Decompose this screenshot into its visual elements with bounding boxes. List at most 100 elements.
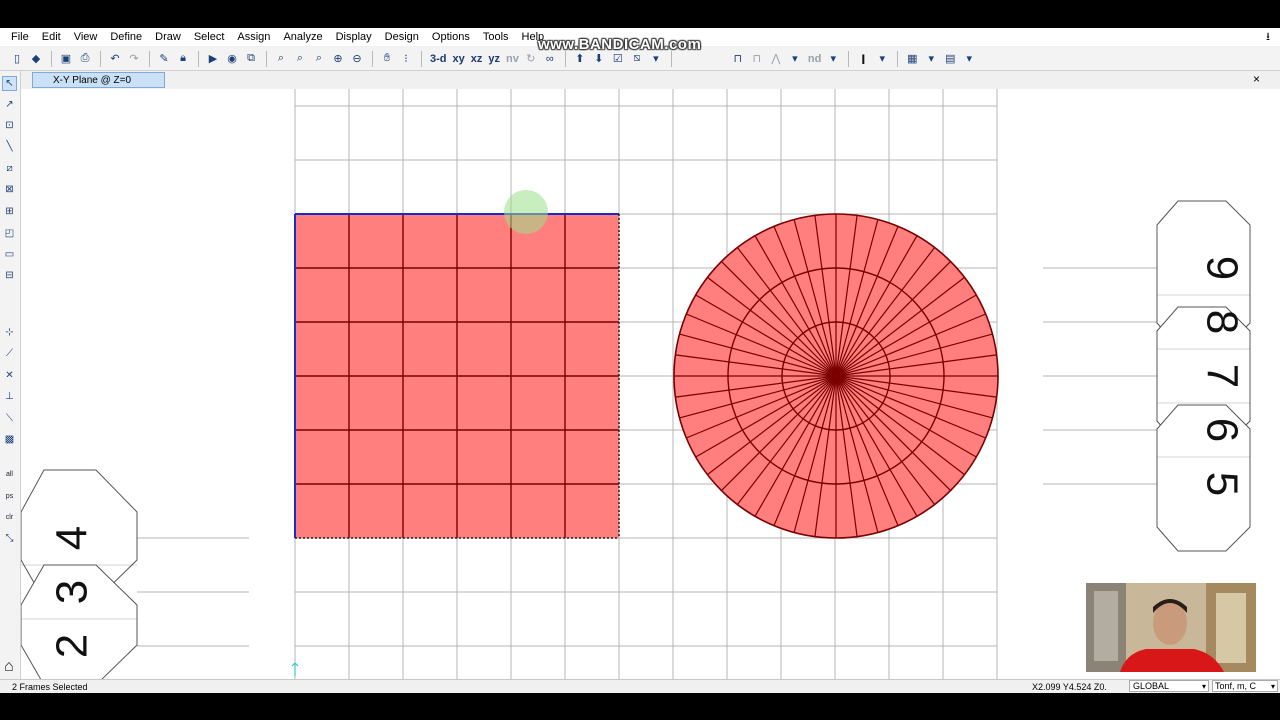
snap-lines-icon[interactable]: ⟍ xyxy=(2,411,17,426)
redo-icon[interactable]: ↷ xyxy=(125,50,143,68)
dropdown-arrow-icon[interactable]: ▾ xyxy=(873,50,891,68)
grid-label-2: 2 xyxy=(48,634,97,658)
open-file-icon[interactable]: ◆ xyxy=(27,50,45,68)
new-file-icon[interactable]: ▯ xyxy=(8,50,26,68)
zoom-window-icon[interactable]: ⌕ xyxy=(272,50,290,68)
menu-options[interactable]: Options xyxy=(426,28,477,46)
draw-frame-icon[interactable]: ⧄ xyxy=(2,161,17,176)
toolbar-separator xyxy=(421,50,422,67)
grid-labels-left: 4 3 2 xyxy=(48,526,97,658)
draw-rect-area-icon[interactable]: ▭ xyxy=(2,247,17,262)
snap-perpendicular-icon[interactable]: ⊥ xyxy=(2,389,17,404)
view-nd-button[interactable]: nd xyxy=(805,50,824,68)
menu-draw[interactable]: Draw xyxy=(149,28,188,46)
coord-system-select[interactable]: GLOBAL xyxy=(1129,680,1209,692)
view-nv-button[interactable]: nv xyxy=(503,50,522,68)
menu-display[interactable]: Display xyxy=(330,28,379,46)
units-select[interactable]: Tonf, m, C xyxy=(1212,680,1278,692)
draw-poly-area-icon[interactable]: ◰ xyxy=(2,226,17,241)
grid-label-5: 5 xyxy=(1198,472,1247,496)
grid-label-6: 6 xyxy=(1198,418,1247,442)
menu-define[interactable]: Define xyxy=(104,28,149,46)
frame-load-icon[interactable]: ⊓ xyxy=(748,50,766,68)
grid-label-3: 3 xyxy=(48,580,97,604)
design-icon[interactable]: ▦ xyxy=(903,50,921,68)
grid-label-9: 9 xyxy=(1198,256,1247,280)
snap-grid-icon[interactable]: ▩ xyxy=(2,432,17,447)
draw-line-icon[interactable]: ╲ xyxy=(2,139,17,154)
toolbar-separator xyxy=(372,50,373,67)
lock-icon[interactable]: 🔒︎ xyxy=(174,50,192,68)
view-yz-button[interactable]: yz xyxy=(485,50,503,68)
toolbar-separator xyxy=(266,50,267,67)
menu-assign[interactable]: Assign xyxy=(231,28,277,46)
snap-points-icon[interactable]: ⊹ xyxy=(2,325,17,340)
axis-origin-marker xyxy=(291,662,299,676)
letterbox-top xyxy=(0,0,1280,28)
save-icon[interactable]: ▣ xyxy=(57,50,75,68)
tab-xy-plane[interactable]: X-Y Plane @ Z=0 xyxy=(32,72,165,88)
snap-intersection-icon[interactable]: ✕ xyxy=(2,368,17,383)
frame-shape-icon[interactable]: ⊓ xyxy=(729,50,747,68)
rubber-band-icon[interactable]: ⁝ xyxy=(397,50,415,68)
circular-slab-radials xyxy=(674,214,998,538)
menu-file[interactable]: File xyxy=(0,28,36,46)
snap-ends-icon[interactable]: ⟋ xyxy=(2,346,17,361)
toolbar-separator xyxy=(897,50,899,67)
draw-point-icon[interactable]: ⊡ xyxy=(2,118,17,133)
truss-icon[interactable]: ⋀ xyxy=(767,50,785,68)
select-all-icon[interactable]: all xyxy=(2,467,17,482)
pointer-icon[interactable]: ↖ xyxy=(2,76,17,91)
quick-draw-area-icon[interactable]: ⊟ xyxy=(2,268,17,283)
dropdown-arrow-icon[interactable]: ▾ xyxy=(786,50,804,68)
draw-grid-frame-icon[interactable]: ⊞ xyxy=(2,204,17,219)
animate-icon[interactable]: ◉ xyxy=(223,50,241,68)
dropdown-arrow-icon[interactable]: ▾ xyxy=(824,50,842,68)
letterbox-bottom xyxy=(0,693,1280,720)
print-icon[interactable]: ⎙ xyxy=(76,50,94,68)
view-xy-button[interactable]: xy xyxy=(450,50,468,68)
square-slab-area[interactable] xyxy=(294,213,620,539)
pan-hand-icon[interactable]: ✋︎ xyxy=(378,50,396,68)
cursor-coordinates: X2.099 Y4.524 Z0. xyxy=(1032,682,1107,692)
zoom-extents-icon[interactable]: ⌕ xyxy=(310,50,328,68)
edit-pencil-icon[interactable]: ✎ xyxy=(155,50,173,68)
toolbar-separator xyxy=(100,50,101,67)
display-grid-icon[interactable]: ⧉ xyxy=(242,50,260,68)
draw-brace-icon[interactable]: ⊠ xyxy=(2,182,17,197)
zoom-out-icon[interactable]: ⊖ xyxy=(348,50,366,68)
run-analysis-icon[interactable]: ▶ xyxy=(204,50,222,68)
document-tab-row: X-Y Plane @ Z=0 × xyxy=(20,71,1280,89)
section-i-icon[interactable]: I xyxy=(854,50,872,68)
clear-selection-icon[interactable]: clr xyxy=(2,510,17,525)
dropdown-arrow-icon[interactable]: ▾ xyxy=(960,50,978,68)
zoom-in-icon[interactable]: ⊕ xyxy=(329,50,347,68)
close-icon[interactable]: × xyxy=(1253,72,1260,86)
bandicam-watermark: www.BANDICAM.com xyxy=(538,36,702,53)
circular-slab-area[interactable] xyxy=(673,213,999,539)
menu-edit[interactable]: Edit xyxy=(36,28,68,46)
presenter-video xyxy=(1086,583,1256,672)
table-icon[interactable]: ▤ xyxy=(941,50,959,68)
menu-design[interactable]: Design xyxy=(379,28,426,46)
view-3d-button[interactable]: 3-d xyxy=(427,50,450,68)
menu-view[interactable]: View xyxy=(68,28,105,46)
view-xz-button[interactable]: xz xyxy=(468,50,486,68)
menu-select[interactable]: Select xyxy=(188,28,232,46)
grid-label-4: 4 xyxy=(48,526,97,550)
cursor-highlight xyxy=(504,190,548,234)
intersecting-line-icon[interactable]: ⤡ xyxy=(2,531,17,546)
status-bar: 2 Frames Selected X2.099 Y4.524 Z0. GLOB… xyxy=(0,679,1280,694)
grid-label-8: 8 xyxy=(1198,310,1247,334)
dropdown-arrow-icon[interactable]: ▾ xyxy=(922,50,940,68)
download-icon[interactable]: ⭳ xyxy=(1266,28,1280,47)
menu-analyze[interactable]: Analyze xyxy=(277,28,329,46)
previous-selection-icon[interactable]: ps xyxy=(2,489,17,504)
etabs-logo-icon: ⌂ xyxy=(4,658,14,675)
zoom-restore-icon[interactable]: ⌕ xyxy=(291,50,309,68)
grid-lines xyxy=(137,89,1157,679)
reshape-icon[interactable]: ↗ xyxy=(2,97,17,112)
menu-tools[interactable]: Tools xyxy=(477,28,516,46)
toolbar-separator xyxy=(848,50,850,67)
undo-icon[interactable]: ↶ xyxy=(106,50,124,68)
